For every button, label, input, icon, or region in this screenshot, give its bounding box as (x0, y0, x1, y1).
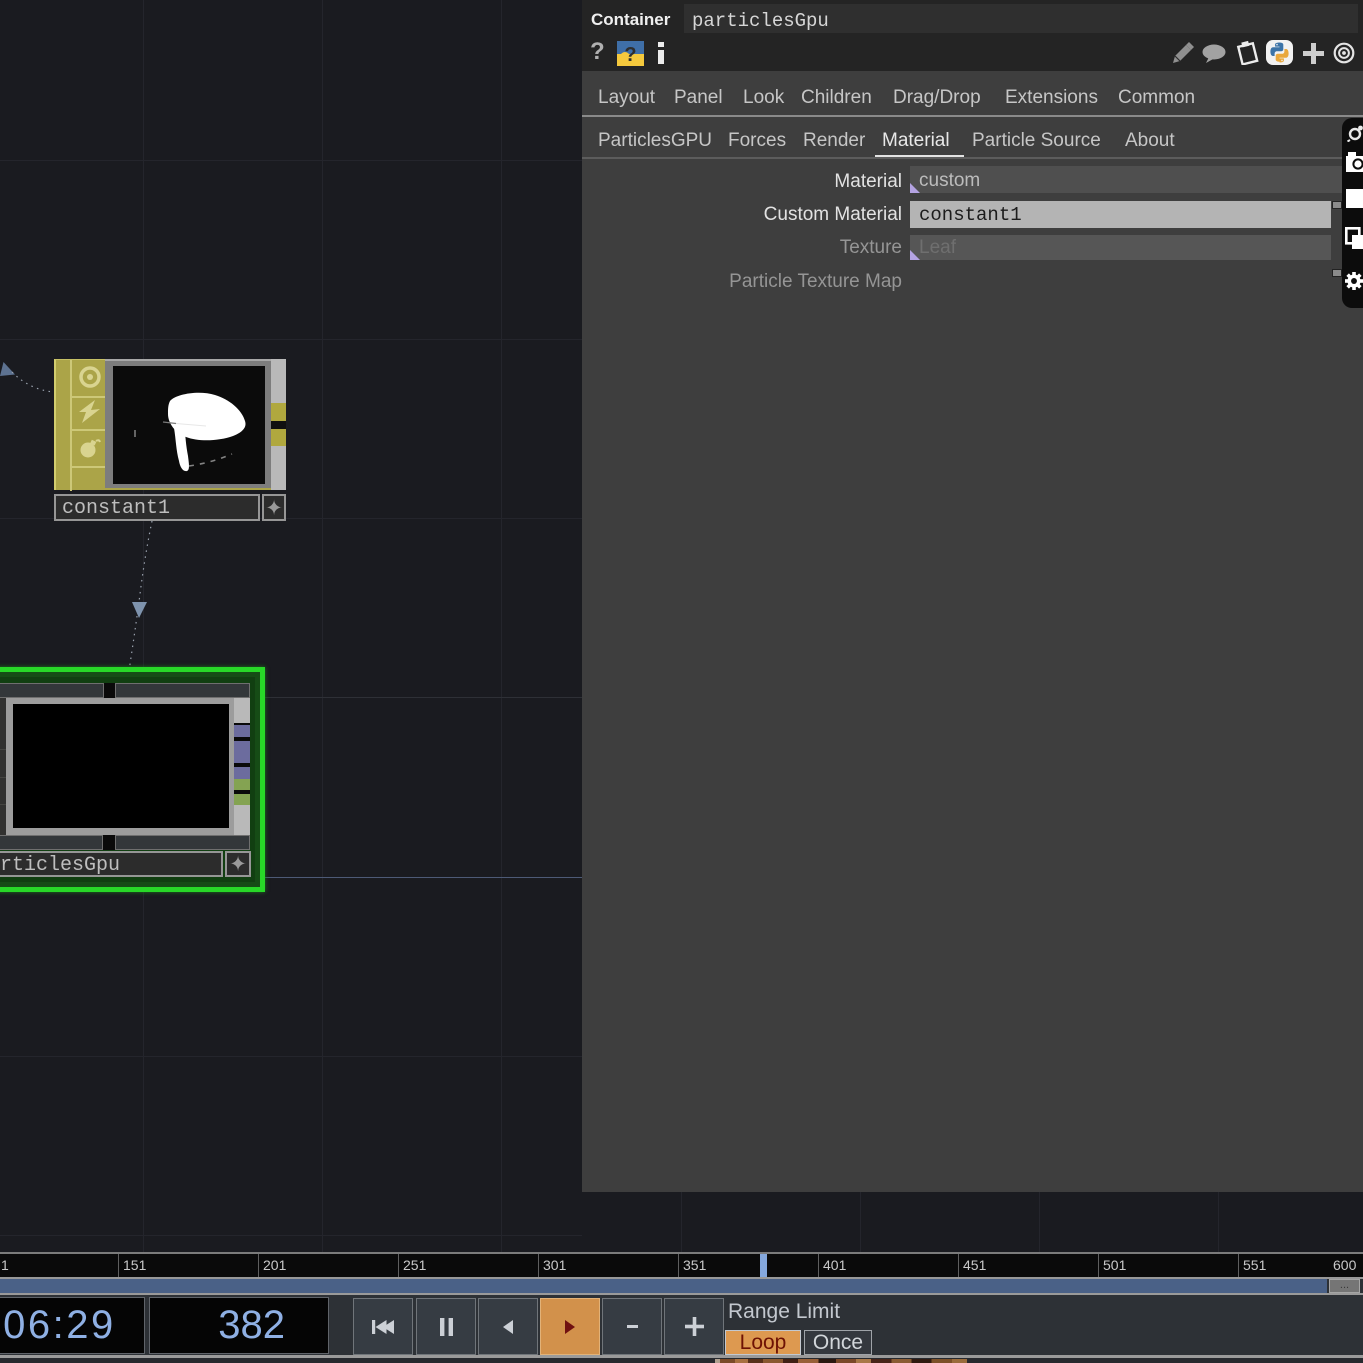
svg-text:?: ? (624, 44, 636, 66)
